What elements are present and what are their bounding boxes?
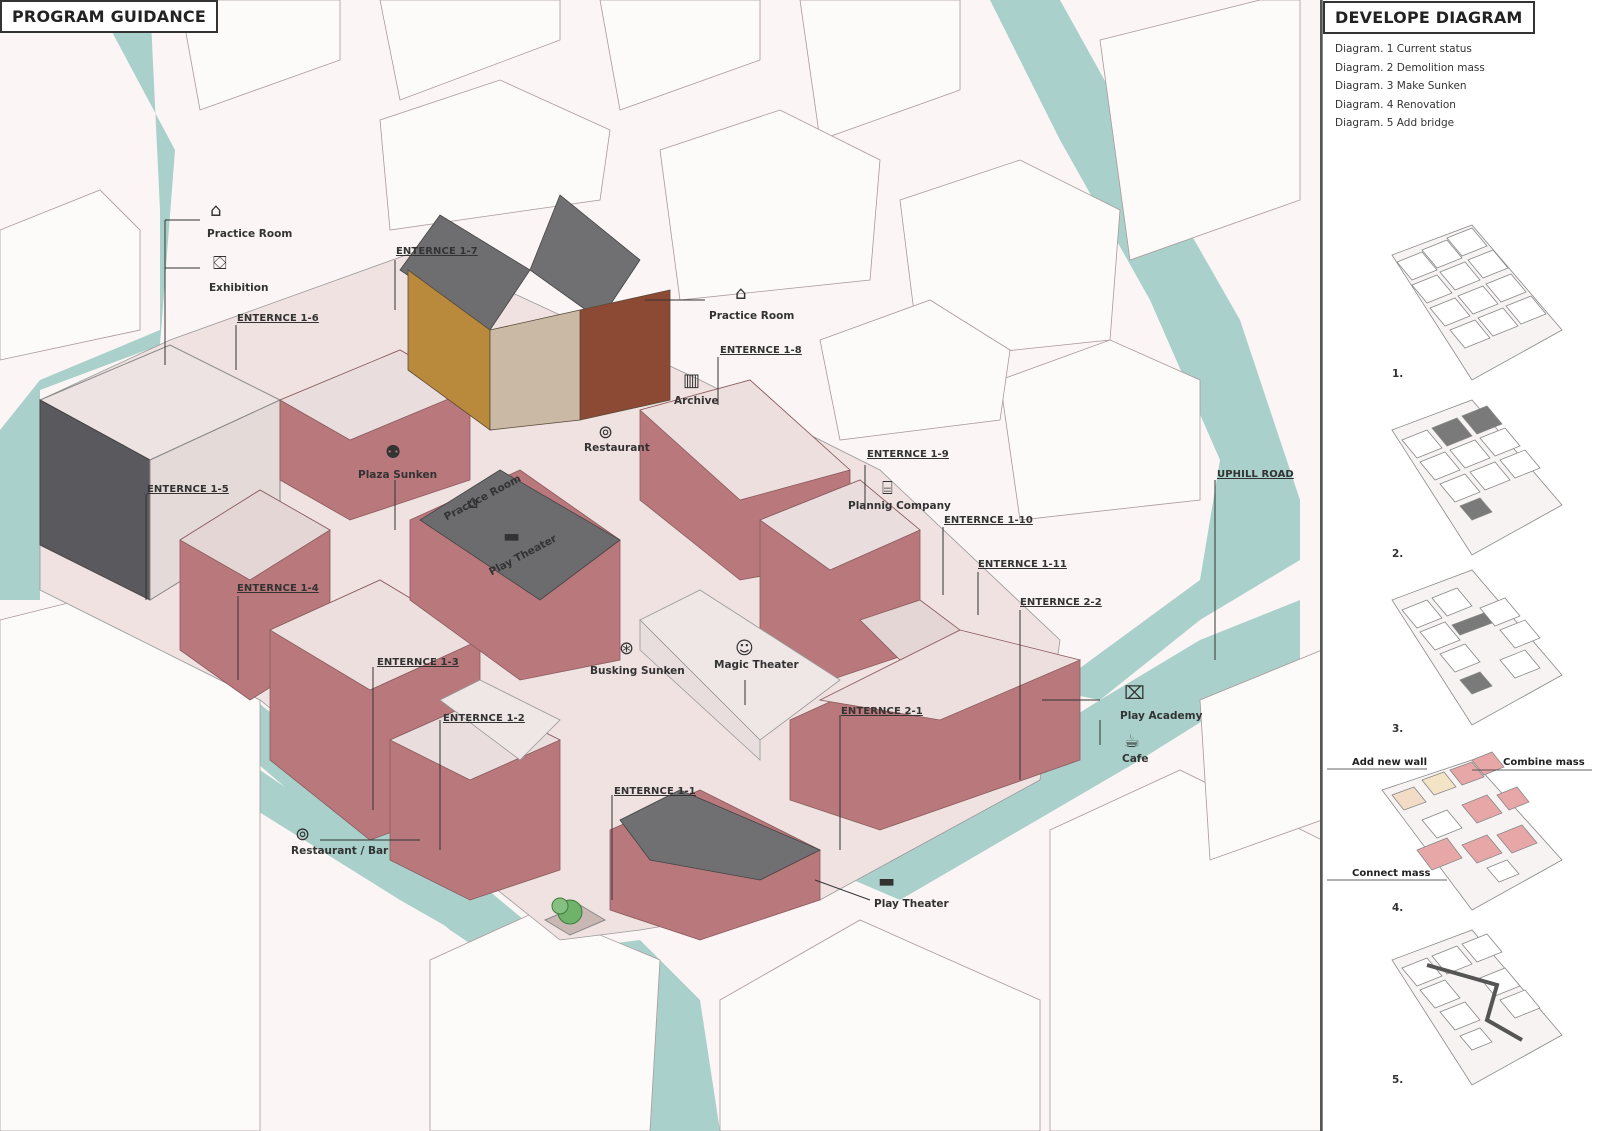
diagram-thumbnails [1327, 224, 1592, 1086]
label-play-theater-b: Play Theater [874, 898, 949, 910]
label-entrance-1-4: ENTERNCE 1-4 [237, 583, 319, 594]
house-icon: ⌂ [735, 283, 747, 304]
books-icon: ▥ [683, 370, 701, 391]
label-uphill-road: UPHILL ROAD [1217, 469, 1294, 480]
diagram-3-make-sunken [1391, 569, 1563, 726]
page-title: PROGRAM GUIDANCE [0, 0, 218, 33]
label-entrance-1-6: ENTERNCE 1-6 [237, 313, 319, 324]
diagram-number-4: 4. [1392, 902, 1404, 914]
dining-icon: ⊚ [295, 824, 311, 845]
axonometric-drawing [0, 0, 1320, 1131]
label-entrance-1-1: ENTERNCE 1-1 [614, 786, 696, 797]
label-entrance-2-1: ENTERNCE 2-1 [841, 706, 923, 717]
theater-icon: ▬ [878, 871, 896, 892]
diagram-number-3: 3. [1392, 723, 1404, 735]
label-restaurant-bar: Restaurant / Bar [291, 845, 389, 857]
label-archive: Archive [674, 395, 719, 407]
label-entrance-1-5: ENTERNCE 1-5 [147, 484, 229, 495]
office-icon: ⌸ [882, 478, 893, 499]
label-restaurant: Restaurant [584, 442, 650, 454]
annotation-add-new-wall: Add new wall [1352, 757, 1427, 768]
label-entrance-1-11: ENTERNCE 1-11 [978, 559, 1067, 570]
label-entrance-1-2: ENTERNCE 1-2 [443, 713, 525, 724]
label-cafe: Cafe [1122, 753, 1149, 765]
easel-icon: ⛋ [213, 253, 227, 274]
diagram-number-1: 1. [1392, 368, 1404, 380]
label-plaza-sunken: Plaza Sunken [358, 469, 438, 481]
diagram-4-renovation [1327, 751, 1592, 911]
annotation-connect-mass: Connect mass [1352, 868, 1431, 879]
label-entrance-1-3: ENTERNCE 1-3 [377, 657, 459, 668]
label-play-academy: Play Academy [1120, 710, 1203, 722]
label-magic-theater: Magic Theater [714, 659, 799, 671]
program-guidance-panel: PROGRAM GUIDANCE ENTERNCE 1-7 ENTERNCE 1… [0, 0, 1322, 1131]
dining-icon: ⊚ [598, 422, 614, 443]
coffee-cup-icon: ☕ [1124, 731, 1141, 752]
label-practice-room-b: Practice Room [709, 310, 795, 322]
theater-icon: ▬ [503, 526, 521, 547]
label-entrance-1-10: ENTERNCE 1-10 [944, 515, 1033, 526]
label-exhibition: Exhibition [209, 282, 269, 294]
label-entrance-1-8: ENTERNCE 1-8 [720, 345, 802, 356]
label-entrance-1-9: ENTERNCE 1-9 [867, 449, 949, 460]
label-practice-room-a: Practice Room [207, 228, 293, 240]
teacher-icon: ⌧ [1124, 683, 1145, 704]
label-entrance-2-2: ENTERNCE 2-2 [1020, 597, 1102, 608]
diagram-number-2: 2. [1392, 548, 1404, 560]
theater-masks-icon: ☺ [735, 638, 754, 659]
label-busking-sunken: Busking Sunken [590, 665, 685, 677]
diagram-number-5: 5. [1392, 1074, 1404, 1086]
poster: PROGRAM GUIDANCE ENTERNCE 1-7 ENTERNCE 1… [0, 0, 1600, 1131]
label-entrance-1-7: ENTERNCE 1-7 [396, 246, 478, 257]
house-icon: ⌂ [210, 200, 222, 221]
people-icon: ⚉ [385, 442, 402, 463]
diagram-5-add-bridge [1391, 929, 1563, 1086]
drums-icon: ⊛ [619, 638, 635, 659]
diagram-1-current-status [1391, 224, 1563, 381]
diagram-2-demolition-mass [1391, 399, 1563, 556]
annotation-combine-mass: Combine mass [1503, 757, 1585, 768]
label-plannig-company: Plannig Company [848, 500, 951, 512]
